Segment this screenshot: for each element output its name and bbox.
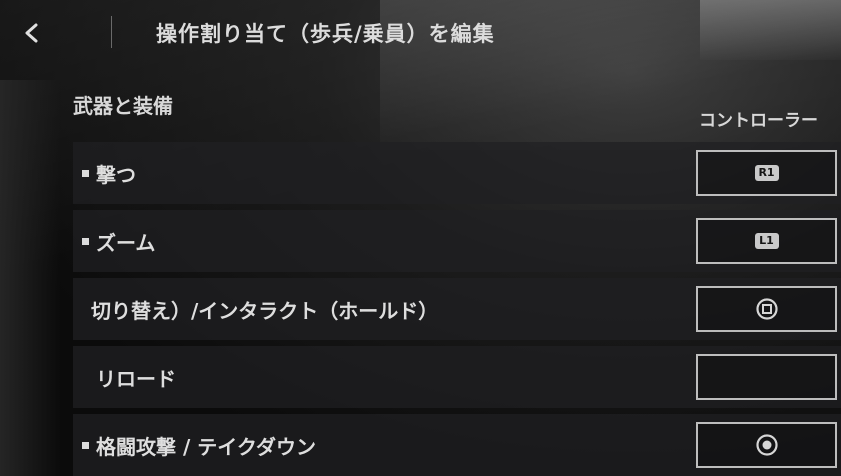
row-bullet [82, 442, 89, 449]
binding-row-switch-interact[interactable]: 切り替え）/インタラクト（ホールド） [73, 278, 841, 340]
circle-button-icon [755, 434, 778, 456]
row-label-clip: 切り替え）/インタラクト（ホールド） [73, 278, 673, 340]
row-label: リロード [96, 367, 176, 391]
page-title: 操作割り当て（歩兵/乗員）を編集 [156, 22, 495, 46]
background-shadow [0, 80, 60, 476]
binding-row-reload[interactable]: リロード [73, 346, 841, 408]
section-title: 武器と装備 [73, 94, 173, 118]
controller-binding-button[interactable]: R1 [696, 150, 837, 196]
row-bullet [82, 238, 89, 245]
binding-row-zoom[interactable]: ズーム L1 [73, 210, 841, 272]
controller-binding-button[interactable] [696, 354, 837, 400]
r1-badge-icon: R1 [754, 165, 779, 181]
binding-row-fire[interactable]: 撃つ R1 [73, 142, 841, 204]
row-label: 格闘攻撃 / テイクダウン [96, 435, 317, 459]
controller-binding-button[interactable] [696, 422, 837, 468]
row-label: ズーム [96, 231, 156, 255]
controller-binding-button[interactable] [696, 286, 837, 332]
header-divider [111, 16, 112, 48]
controller-binding-button[interactable]: L1 [696, 218, 837, 264]
chevron-left-icon [25, 23, 38, 43]
header-bar: 操作割り当て（歩兵/乗員）を編集 [0, 0, 841, 64]
column-header-controller: コントローラー [699, 111, 818, 131]
row-label: 切り替え）/インタラクト（ホールド） [91, 299, 439, 323]
binding-row-melee[interactable]: 格闘攻撃 / テイクダウン [73, 414, 841, 476]
l1-badge-icon: L1 [754, 233, 779, 249]
back-button[interactable] [14, 18, 48, 48]
row-bullet [82, 170, 89, 177]
row-label: 撃つ [96, 163, 136, 187]
square-button-icon [755, 298, 778, 320]
